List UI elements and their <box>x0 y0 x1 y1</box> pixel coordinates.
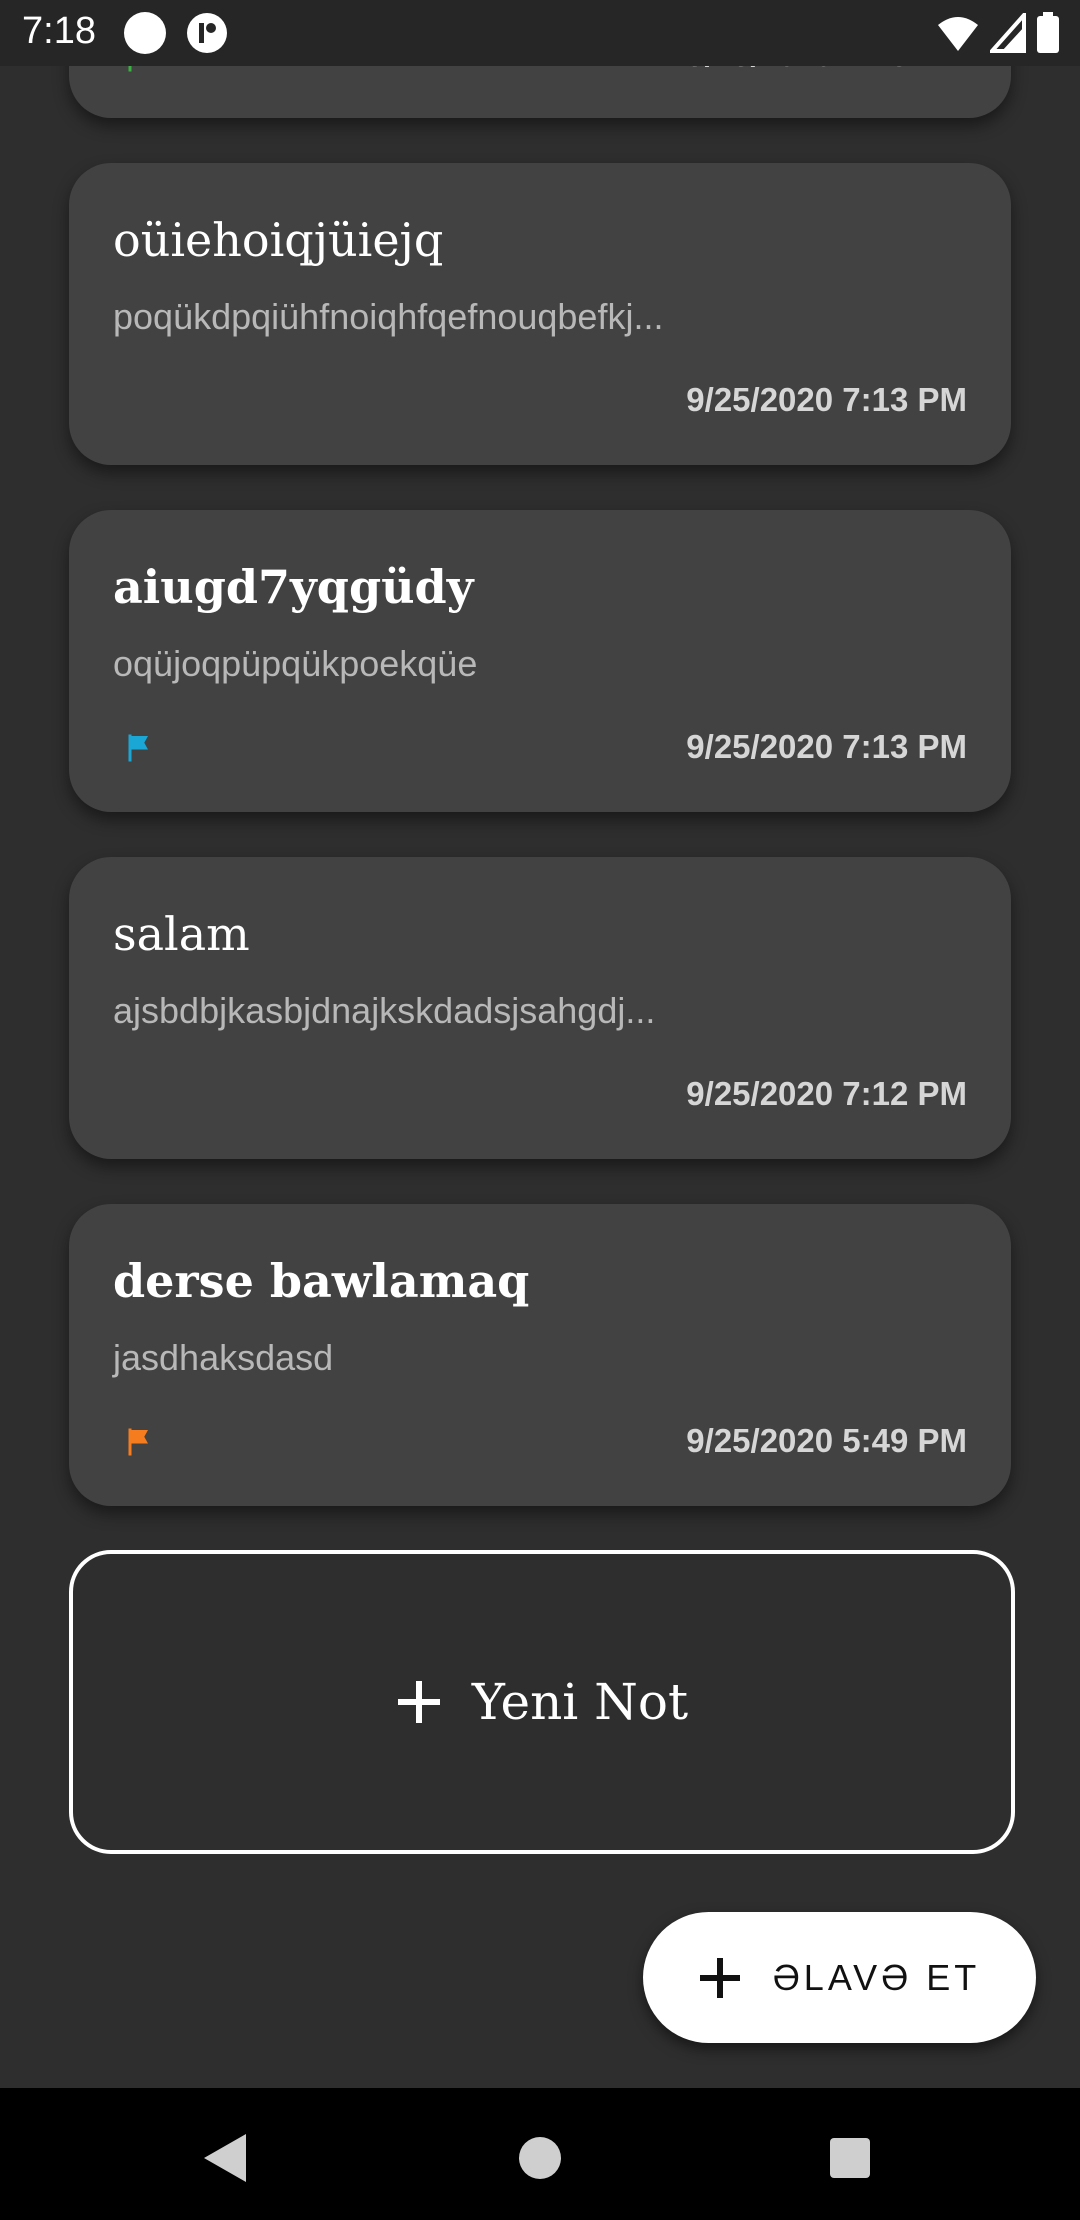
battery-icon <box>1037 12 1059 53</box>
note-title: derse bawlamaq <box>113 1254 530 1308</box>
note-title: salam <box>113 907 250 961</box>
note-title: oüiehoiqjüiejq <box>113 213 444 267</box>
note-title: aiugd7yqgüdy <box>113 560 474 614</box>
plus-icon <box>699 1957 740 1998</box>
status-time: 7:18 <box>22 10 96 52</box>
plus-icon <box>397 1681 440 1723</box>
status-bar: 7:18 <box>0 0 1080 66</box>
note-date: 9/25/2020 7:13 PM <box>686 728 967 765</box>
add-fab-button[interactable]: ƏLAVƏ ET <box>643 1912 1036 2043</box>
back-triangle-icon[interactable] <box>196 2128 256 2188</box>
fab-label: ƏLAVƏ ET <box>772 1956 981 1998</box>
note-body: poqükdpqiühfnoiqhfqefnouqbefkj... <box>113 296 664 337</box>
wifi-icon <box>938 17 978 51</box>
note-body: jasdhaksdasd <box>113 1337 334 1378</box>
note-date: 9/25/2020 7:13 PM <box>686 381 967 418</box>
home-circle-icon[interactable] <box>510 2128 570 2188</box>
flag-icon <box>128 734 148 762</box>
note-date: 9/25/2020 5:49 PM <box>686 1422 967 1459</box>
recents-square-icon[interactable] <box>820 2128 880 2188</box>
flag-icon <box>128 1428 148 1456</box>
new-note-button[interactable]: Yeni Not <box>69 1550 1015 1854</box>
new-note-label: Yeni Not <box>471 1673 689 1731</box>
notification-circle-icon <box>124 12 166 54</box>
signal-icon <box>990 13 1026 53</box>
note-date: 9/25/2020 7:12 PM <box>686 1075 967 1112</box>
navigation-bar <box>0 2088 1080 2220</box>
note-body: ajsbdbjkasbjdnajkskdadsjsahgdj... <box>113 990 656 1031</box>
note-card[interactable]: oüiehoiqjüiejq poqükdpqiühfnoiqhfqefnouq… <box>69 163 1011 465</box>
note-card[interactable]: derse bawlamaq jasdhaksdasd 9/25/2020 5:… <box>69 1204 1011 1506</box>
app-notification-icon <box>187 13 227 53</box>
note-card[interactable]: aiugd7yqgüdy oqüjoqpüpqükpoekqüe 9/25/20… <box>69 510 1011 812</box>
status-icons <box>936 12 1060 54</box>
note-body: oqüjoqpüpqükpoekqüe <box>113 643 478 684</box>
note-card[interactable]: salam ajsbdbjkasbjdnajkskdadsjsahgdj... … <box>69 857 1011 1159</box>
